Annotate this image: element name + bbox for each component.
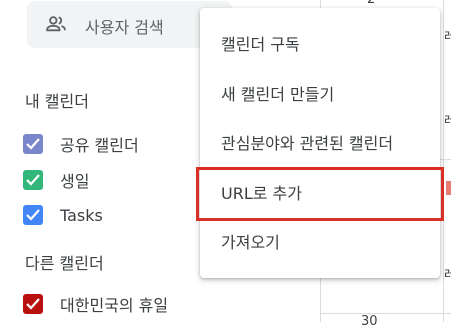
check-icon — [26, 174, 40, 186]
other-calendars-title[interactable]: 다른 캘린더 — [25, 250, 104, 274]
checkbox-tasks[interactable] — [23, 205, 43, 225]
checkbox-birthdays[interactable] — [23, 170, 43, 190]
menu-item-label: 캘린더 구독 — [221, 35, 300, 54]
calendar-label-korea-holidays: 대한민국의 휴일 — [60, 296, 169, 315]
menu-item-import[interactable]: 가져오기 — [200, 217, 440, 265]
people-icon — [46, 16, 66, 32]
menu-item-label: 관심분야와 관련된 캘린더 — [221, 134, 394, 153]
highlight-box — [196, 167, 444, 221]
day-number[interactable]: 2 — [367, 0, 375, 7]
menu-item-browse-interesting[interactable]: 관심분야와 관련된 캘린더 — [200, 118, 440, 166]
event-chip[interactable] — [446, 181, 451, 195]
calendar-item-korea-holidays[interactable]: 대한민국의 휴일 — [23, 293, 168, 315]
check-icon — [26, 138, 40, 150]
calendar-item-tasks[interactable]: Tasks — [23, 204, 103, 226]
checkbox-korea-holidays[interactable] — [23, 294, 43, 314]
menu-item-create-new[interactable]: 새 캘린더 만들기 — [200, 69, 440, 117]
menu-item-label: 가져오기 — [221, 233, 280, 252]
check-icon — [26, 298, 40, 310]
check-icon — [26, 209, 40, 221]
menu-item-subscribe[interactable]: 캘린더 구독 — [200, 19, 440, 67]
checkbox-shared[interactable] — [23, 134, 43, 154]
calendar-label-tasks: Tasks — [60, 205, 103, 225]
calendar-item-shared[interactable]: 공유 캘린더 — [23, 133, 139, 155]
calendar-item-birthdays[interactable]: 생일 — [23, 169, 89, 191]
grid-row-line — [320, 313, 451, 314]
add-calendar-menu: 캘린더 구독 새 캘린더 만들기 관심분야와 관련된 캘린더 URL로 추가 가… — [200, 8, 440, 278]
event-edge-text[interactable]: 레 — [444, 110, 451, 129]
event-edge-text[interactable]: 레 — [444, 26, 451, 45]
menu-item-label: 새 캘린더 만들기 — [221, 85, 335, 104]
my-calendars-title[interactable]: 내 캘린더 — [25, 88, 89, 112]
calendar-label-birthdays: 생일 — [60, 172, 90, 191]
event-edge-text[interactable]: 레 — [444, 264, 451, 283]
search-people-label: 사용자 검색 — [85, 18, 164, 37]
calendar-label-shared: 공유 캘린더 — [60, 136, 139, 155]
